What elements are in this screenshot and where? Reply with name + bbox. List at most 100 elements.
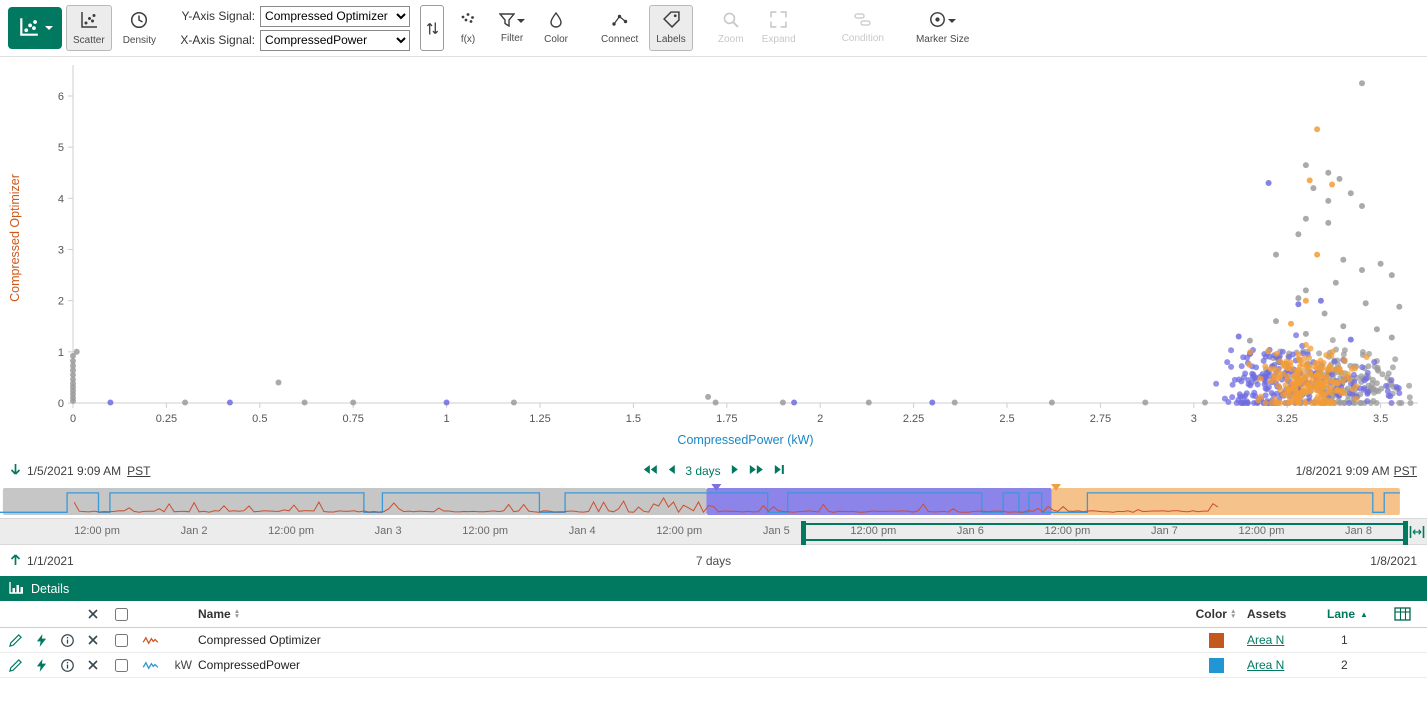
swap-arrows-icon [426, 20, 439, 37]
column-header-lane[interactable]: Lane ▲ [1327, 607, 1379, 621]
labels-label: Labels [656, 34, 685, 45]
table-row: Compressed OptimizerArea N1 [0, 628, 1427, 653]
unit-label: kW [164, 658, 198, 672]
y-axis-signal-label: Y-Axis Signal: [173, 9, 255, 23]
timeline-axis-label: 12:00 pm [462, 525, 508, 537]
remove-icon[interactable] [80, 635, 106, 645]
asset-link[interactable]: Area N [1247, 633, 1284, 647]
scatter-label: Scatter [73, 35, 105, 46]
timeline-preview[interactable] [0, 484, 1427, 518]
x-axis-signal-label: X-Axis Signal: [173, 33, 255, 47]
timeline-axis-label: Jan 6 [957, 525, 984, 537]
fx-button[interactable]: f(x) [448, 5, 488, 51]
column-header-color[interactable]: Color ▲▼ [1185, 607, 1247, 621]
step-forward-button[interactable] [731, 464, 739, 478]
svg-text:3: 3 [58, 245, 64, 257]
color-swatch[interactable] [1209, 658, 1224, 673]
column-header-assets[interactable]: Assets [1247, 607, 1327, 621]
derive-icon[interactable] [28, 659, 54, 672]
density-mode-button[interactable]: Density [116, 5, 163, 51]
color-swatch[interactable] [1209, 633, 1224, 648]
chevron-down-icon [948, 19, 956, 23]
color-button[interactable]: Color [536, 5, 576, 51]
lane-value: 2 [1327, 658, 1379, 672]
magnifier-icon [722, 11, 739, 31]
timezone-link[interactable]: PST [1394, 464, 1417, 478]
filter-label: Filter [501, 33, 523, 44]
row-checkbox[interactable] [115, 659, 128, 672]
svg-text:1: 1 [444, 413, 450, 425]
scatter-plot-canvas: 00.250.50.7511.251.51.7522.252.52.7533.2… [0, 57, 1427, 457]
info-icon[interactable] [54, 634, 80, 647]
y-axis-signal-select[interactable]: Compressed Optimizer [260, 6, 410, 27]
details-panel-header[interactable]: Details [0, 576, 1427, 601]
svg-text:0.75: 0.75 [342, 413, 363, 425]
svg-text:2: 2 [58, 296, 64, 308]
sort-asc-icon: ▲ [1360, 610, 1368, 619]
display-range-end[interactable]: 1/8/2021 9:09 AM [1296, 464, 1390, 478]
display-range-start[interactable]: 1/5/2021 9:09 AM [27, 464, 121, 478]
svg-text:4: 4 [58, 193, 64, 205]
svg-text:1.75: 1.75 [716, 413, 737, 425]
chevron-down-icon [517, 19, 525, 23]
connect-label: Connect [601, 34, 638, 45]
labels-button[interactable]: Labels [649, 5, 692, 51]
step-to-end-button[interactable] [774, 464, 785, 478]
svg-text:5: 5 [58, 142, 64, 154]
marker-size-button[interactable]: Marker Size [909, 5, 976, 51]
selector-left-handle[interactable] [801, 521, 806, 545]
signal-name: Compressed Optimizer [198, 633, 1185, 647]
table-grid-icon[interactable] [1379, 607, 1425, 621]
info-icon[interactable] [54, 659, 80, 672]
marker-size-label: Marker Size [916, 34, 969, 45]
axis-signal-controls: Y-Axis Signal: Compressed Optimizer X-Ax… [173, 6, 410, 51]
details-title: Details [31, 582, 69, 596]
scatter-mode-button[interactable]: Scatter [66, 5, 112, 51]
timeline-axis[interactable]: 12:00 pmJan 212:00 pmJan 312:00 pmJan 41… [0, 518, 1427, 545]
timeline-axis-label: Jan 3 [375, 525, 402, 537]
sort-icon: ▲▼ [234, 609, 240, 619]
signal-name: CompressedPower [198, 658, 1185, 672]
selector-right-handle[interactable] [1403, 521, 1408, 545]
x-axis-signal-select[interactable]: CompressedPower [260, 30, 410, 51]
investigate-start-arrow-icon [10, 553, 21, 569]
connect-button[interactable]: Connect [594, 5, 645, 51]
select-all-checkbox[interactable] [115, 608, 128, 621]
color-label: Color [544, 34, 568, 45]
svg-text:CompressedPower (kW): CompressedPower (kW) [677, 433, 813, 447]
condition-icon [854, 12, 872, 30]
resize-range-icon[interactable] [1409, 525, 1425, 542]
timeline-axis-label: 12:00 pm [1239, 525, 1285, 537]
expand-label: Expand [762, 34, 796, 45]
timezone-link[interactable]: PST [127, 464, 150, 478]
step-size-link[interactable]: 3 days [685, 464, 720, 478]
timeline-axis-label: Jan 4 [569, 525, 596, 537]
fx-label: f(x) [461, 34, 475, 45]
step-back-much-button[interactable] [642, 464, 657, 478]
filter-button[interactable]: Filter [492, 5, 532, 51]
fx-icon [459, 12, 477, 31]
investigate-range-bar: 1/1/2021 7 days 1/8/2021 [0, 545, 1427, 576]
investigate-range-end[interactable]: 1/8/2021 [1370, 554, 1417, 568]
scatter-plot[interactable]: 00.250.50.7511.251.51.7522.252.52.7533.2… [0, 57, 1427, 457]
remove-all-icon[interactable] [80, 609, 106, 619]
investigate-duration[interactable]: 7 days [696, 554, 731, 568]
step-forward-much-button[interactable] [749, 464, 764, 478]
expand-button: Expand [755, 5, 803, 51]
asset-link[interactable]: Area N [1247, 658, 1284, 672]
edit-icon[interactable] [2, 634, 28, 647]
remove-icon[interactable] [80, 660, 106, 670]
row-checkbox[interactable] [115, 634, 128, 647]
investigate-range-start[interactable]: 1/1/2021 [27, 554, 74, 568]
svg-text:0.25: 0.25 [156, 413, 177, 425]
marker-size-icon [929, 11, 946, 31]
svg-text:3.5: 3.5 [1373, 413, 1388, 425]
column-header-name[interactable]: Name ▲▼ [198, 607, 1185, 621]
step-back-button[interactable] [667, 464, 675, 478]
signal-wave-icon [136, 635, 164, 646]
chart-type-menu-button[interactable] [8, 7, 62, 49]
derive-icon[interactable] [28, 634, 54, 647]
edit-icon[interactable] [2, 659, 28, 672]
svg-text:2.25: 2.25 [903, 413, 924, 425]
swap-axes-button[interactable] [420, 5, 444, 51]
